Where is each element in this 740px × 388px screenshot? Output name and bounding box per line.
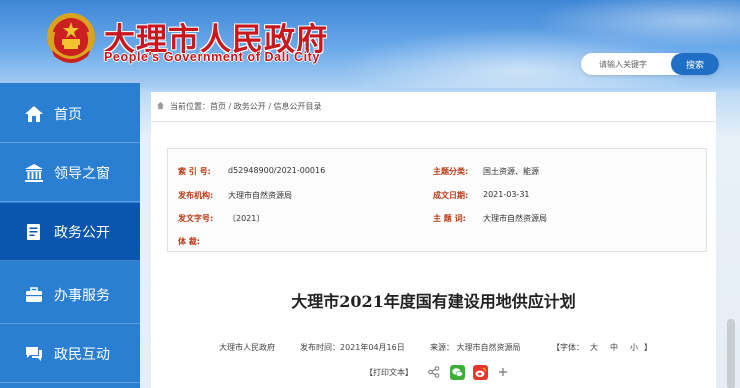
document-icon (23, 221, 45, 243)
category-key: 主题分类: (433, 167, 469, 176)
sidebar-item-label: 政民互动 (54, 346, 110, 363)
font-size-selector: 【字体： 大 中 小】 (552, 342, 652, 353)
index-value: d52948900/2021-00016 (228, 166, 326, 175)
font-small-option[interactable]: 小 (630, 343, 638, 352)
wechat-icon[interactable] (449, 364, 465, 380)
index-key: 索 引 号: (178, 167, 211, 176)
breadcrumb-prefix: 当前位置： (170, 102, 210, 111)
sidebar-item-label: 领导之窗 (54, 165, 110, 182)
docno-value: 〔2021〕 (228, 214, 265, 223)
font-label-open: 【字体： (552, 343, 584, 352)
sidebar-item-label: 办事服务 (54, 287, 110, 304)
sidebar-item-services[interactable]: 办事服务 (0, 266, 140, 324)
sidebar-item-home[interactable]: 首页 (0, 85, 140, 143)
issuer-value: 大理市自然资源局 (228, 191, 292, 200)
source-org: 大理市人民政府 (219, 343, 275, 352)
search-button[interactable]: 搜索 (671, 53, 719, 75)
content-panel: 当前位置： 首页 / 政务公开 / 信息公开目录 索 引 号: d5294890… (151, 92, 716, 388)
publish-time: 发布时间：2021年04月16日 (300, 343, 405, 352)
category-value: 国土资源、能源 (483, 167, 539, 176)
header-banner: 大理市人民政府 People's Government of Dali City… (0, 0, 740, 88)
weibo-icon[interactable] (472, 364, 488, 380)
breadcrumb-path[interactable]: 首页 / 政务公开 / 信息公开目录 (210, 101, 322, 112)
search-box: 搜索 (581, 53, 719, 75)
sidebar-nav: 首页 领导之窗 政务公开 办事服务 政民互动 (0, 83, 140, 388)
document-source: 来源： 大理市自然资源局 (430, 343, 521, 352)
home-small-icon (156, 101, 165, 112)
topic-key: 主 题 词: (433, 214, 466, 223)
body-key: 体 裁: (178, 237, 200, 246)
sidebar-item-leaders[interactable]: 领导之窗 (0, 144, 140, 202)
print-button[interactable]: 【打印文本】 (365, 367, 413, 378)
breadcrumb: 当前位置： 首页 / 政务公开 / 信息公开目录 (151, 92, 716, 122)
docno-key: 发文字号: (178, 214, 214, 223)
topic-value: 大理市自然资源局 (483, 214, 547, 223)
font-label-close: 】 (644, 343, 652, 352)
scrollbar-thumb[interactable] (727, 319, 735, 388)
document-info-table: 索 引 号: d52948900/2021-00016 主题分类: 国土资源、能… (167, 148, 707, 252)
building-icon (23, 162, 45, 184)
briefcase-icon (23, 284, 45, 306)
site-subtitle: People's Government of Dali City (104, 50, 320, 64)
date-value: 2021-03-31 (483, 190, 530, 199)
share-icon[interactable] (426, 364, 442, 380)
document-title: 大理市2021年度国有建设用地供应计划 (291, 292, 576, 311)
sidebar-item-label: 政务公开 (54, 224, 110, 241)
sidebar-item-interaction[interactable]: 政民互动 (0, 325, 140, 383)
sidebar-item-gov-affairs[interactable]: 政务公开 (0, 203, 140, 261)
issuer-key: 发布机构: (178, 191, 214, 200)
chat-icon (23, 343, 45, 365)
date-key: 成文日期: (433, 191, 469, 200)
font-large-option[interactable]: 大 (590, 343, 598, 352)
sidebar-item-label: 首页 (54, 106, 82, 123)
plus-icon[interactable] (495, 364, 511, 380)
home-icon (23, 103, 45, 125)
national-emblem-icon (44, 10, 98, 68)
font-medium-option[interactable]: 中 (610, 343, 618, 352)
search-input[interactable] (581, 53, 669, 75)
document-tools: 【打印文本】 (365, 364, 511, 380)
